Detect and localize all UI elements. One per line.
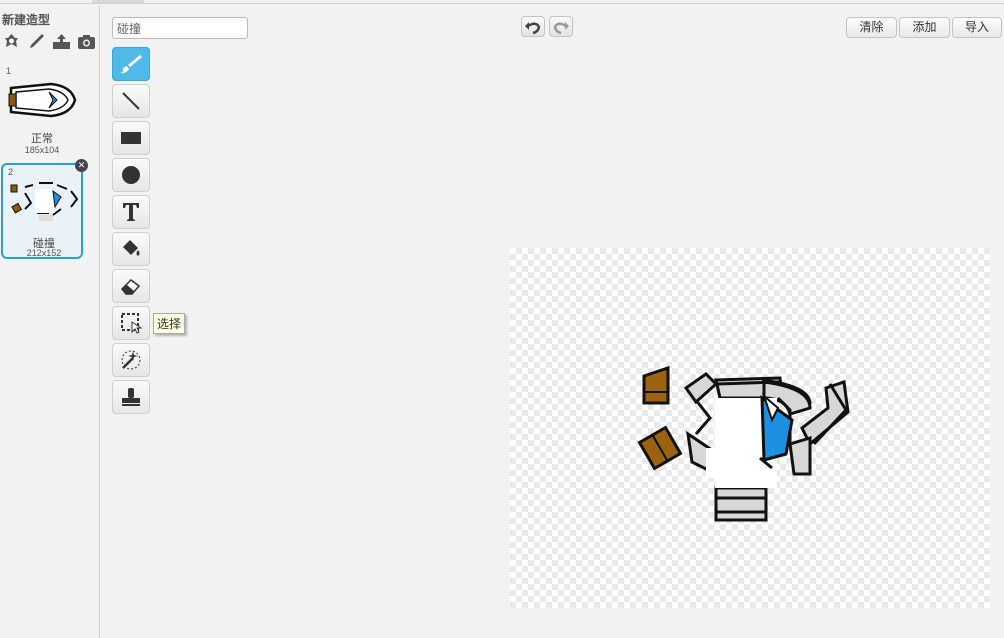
magic-select-icon: [121, 350, 141, 370]
paint-brush-icon[interactable]: [27, 32, 46, 51]
divider: [0, 3, 1004, 4]
costume-name: 正常: [31, 133, 53, 145]
costume-item-1[interactable]: 1 正常 185x104: [1, 64, 83, 160]
redo-icon: [553, 22, 569, 35]
costume-index: 1: [6, 66, 12, 76]
stamp-icon: [122, 388, 140, 406]
upload-icon[interactable]: [52, 32, 71, 51]
rectangle-tool-button[interactable]: [112, 121, 150, 155]
line-icon: [122, 92, 140, 110]
ellipse-icon: [122, 166, 140, 184]
undo-button[interactable]: [521, 16, 545, 37]
costume-item-2[interactable]: 2 ✕ 碰撞 212x152: [1, 159, 88, 259]
new-costume-tools: [2, 32, 96, 51]
costume-drawing: [637, 365, 850, 522]
choose-from-library-icon[interactable]: [2, 32, 21, 51]
crate-bottom: [637, 425, 683, 471]
fill-tool-button[interactable]: [112, 232, 150, 266]
delete-costume-button[interactable]: ✕: [75, 159, 88, 172]
crate-top: [642, 365, 670, 405]
costume-thumbnail: [8, 82, 77, 118]
undo-icon: [525, 22, 541, 35]
eraser-tool-button[interactable]: [112, 269, 150, 303]
rectangle-icon: [121, 132, 141, 144]
text-icon: [123, 203, 139, 221]
line-tool-button[interactable]: [112, 84, 150, 118]
new-costume-label: 新建造型: [2, 13, 51, 27]
costume-size: 212x152: [26, 248, 62, 258]
tool-tooltip: 选择: [153, 313, 186, 334]
text-tool-button[interactable]: [112, 195, 150, 229]
drawing-canvas[interactable]: [510, 248, 990, 608]
ellipse-tool-button[interactable]: [112, 158, 150, 192]
magic-select-tool-button[interactable]: [112, 343, 150, 377]
redo-button[interactable]: [549, 16, 573, 37]
camera-icon[interactable]: [77, 32, 96, 51]
import-button[interactable]: 导入: [952, 17, 1002, 38]
brush-tool-button[interactable]: [112, 47, 150, 81]
top-strip: [0, 0, 1004, 6]
brush-icon: [120, 55, 142, 74]
eraser-icon: [120, 279, 141, 295]
select-tool-button[interactable]: [112, 306, 150, 340]
add-button[interactable]: 添加: [899, 17, 950, 38]
costume-name-input[interactable]: [112, 17, 248, 39]
costume-size: 185x104: [24, 145, 60, 155]
stamp-tool-button[interactable]: [112, 380, 150, 414]
fill-icon: [123, 240, 140, 256]
costume-index: 2: [8, 167, 14, 177]
select-icon: [121, 313, 143, 334]
costume-thumbnail: [10, 182, 79, 221]
costume-panel: 新建造型 1 正常 185x104 2 ✕ 碰撞 212x152: [0, 6, 100, 638]
clear-button[interactable]: 清除: [846, 17, 897, 38]
